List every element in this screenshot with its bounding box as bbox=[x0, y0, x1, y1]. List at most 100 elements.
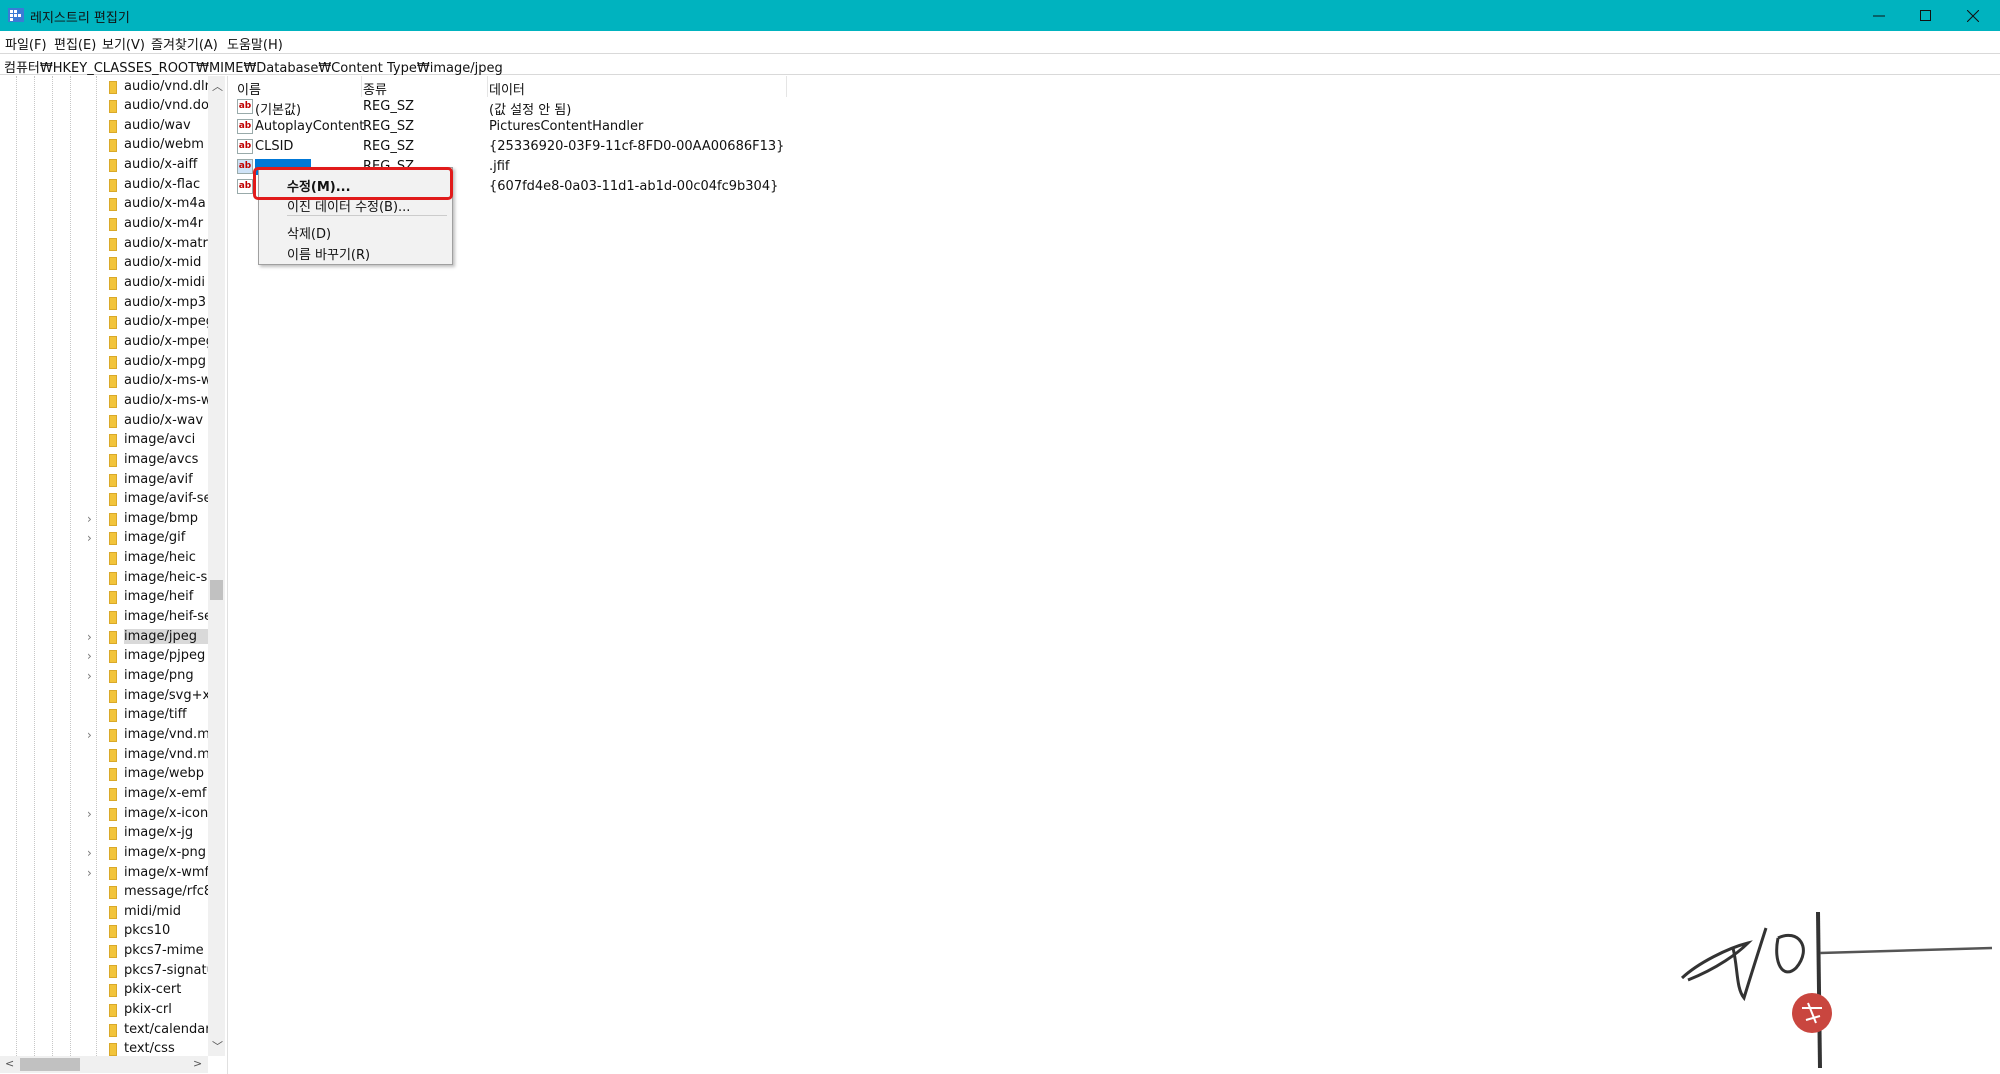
tree-item[interactable]: audio/x-ms-wax bbox=[92, 372, 220, 391]
column-separator[interactable] bbox=[487, 76, 488, 97]
tree-item[interactable]: audio/x-flac bbox=[92, 176, 210, 195]
chevron-right-icon[interactable]: › bbox=[87, 669, 97, 683]
tree-item[interactable]: audio/x-mpg bbox=[92, 353, 210, 372]
tree-item[interactable]: image/heic-sequence bbox=[92, 569, 220, 588]
tree-item[interactable]: audio/x-aiff bbox=[92, 156, 210, 175]
tree-item[interactable]: audio/vnd.dolby bbox=[92, 97, 220, 116]
tree-item[interactable]: audio/x-matroska bbox=[92, 235, 220, 254]
value-row[interactable]: ab AutoplayContentTypeHandler REG_SZ Pic… bbox=[231, 117, 791, 137]
scroll-up-icon[interactable]: ︿ bbox=[212, 78, 223, 94]
tree-item[interactable]: midi/mid bbox=[92, 903, 210, 922]
folder-icon bbox=[109, 984, 117, 998]
tree-item[interactable]: image/svg+xml bbox=[92, 687, 220, 706]
tree-item[interactable]: audio/x-mid bbox=[92, 254, 210, 273]
tree-item[interactable]: pkcs7-mime bbox=[92, 942, 210, 961]
address-bar[interactable]: 컴퓨터₩HKEY_CLASSES_ROOT₩MIME₩Database₩Cont… bbox=[0, 53, 2000, 76]
column-data[interactable]: 데이터 bbox=[489, 79, 525, 98]
tree-item[interactable]: › image/x-wmf bbox=[87, 864, 210, 883]
tree-item[interactable]: › image/vnd.ms-dds bbox=[87, 726, 220, 745]
tree-item[interactable]: audio/x-wav bbox=[92, 412, 210, 431]
folder-icon bbox=[109, 866, 117, 880]
tree-item[interactable]: pkcs7-signature bbox=[92, 962, 220, 981]
chevron-right-icon[interactable]: › bbox=[87, 531, 97, 545]
tree-item[interactable]: image/x-emf bbox=[92, 785, 210, 804]
chevron-right-icon[interactable]: › bbox=[87, 807, 97, 821]
tree-item[interactable]: image/heic bbox=[92, 549, 210, 568]
string-value-icon: ab bbox=[237, 139, 253, 154]
chevron-right-icon[interactable]: › bbox=[87, 728, 97, 742]
tree-item[interactable]: text/calendar bbox=[92, 1021, 211, 1040]
menu-view[interactable]: 보기(V) bbox=[102, 34, 145, 53]
tree-item-label: message/rfc822 bbox=[124, 884, 220, 900]
value-type: REG_SZ bbox=[363, 99, 414, 114]
tree-item[interactable]: image/heif bbox=[92, 588, 210, 607]
column-name[interactable]: 이름 bbox=[237, 79, 261, 98]
value-row[interactable]: ab CLSID REG_SZ {25336920-03F9-11cf-8FD0… bbox=[231, 137, 791, 157]
value-name: CLSID bbox=[255, 139, 294, 154]
tree-vertical-scrollbar[interactable]: ︿ ﹀ bbox=[208, 76, 225, 1056]
tree-item[interactable]: image/tiff bbox=[92, 706, 210, 725]
tree-item[interactable]: › image/x-icon bbox=[87, 805, 210, 824]
tree-item[interactable]: › image/bmp bbox=[87, 510, 210, 529]
chevron-right-icon[interactable]: › bbox=[87, 630, 97, 644]
menu-help[interactable]: 도움말(H) bbox=[227, 34, 283, 53]
column-separator[interactable] bbox=[786, 76, 787, 97]
context-menu-delete[interactable]: 삭제(D) bbox=[287, 223, 331, 242]
tree-item[interactable]: image/avif bbox=[92, 471, 210, 490]
tree-item[interactable]: audio/wav bbox=[92, 117, 210, 136]
scroll-right-icon[interactable]: > bbox=[193, 1057, 202, 1070]
tree-item[interactable]: pkcs10 bbox=[92, 922, 210, 941]
tree-item[interactable]: audio/webm bbox=[92, 136, 210, 155]
registry-tree[interactable]: audio/vnd.dlna audio/vnd.dolby audio/wav au… bbox=[0, 76, 228, 1074]
scroll-thumb[interactable] bbox=[210, 580, 223, 600]
value-row[interactable]: ab (기본값) REG_SZ (값 설정 안 됨) bbox=[231, 97, 791, 118]
scroll-left-icon[interactable]: < bbox=[5, 1057, 14, 1070]
tree-item[interactable]: audio/x-midi bbox=[92, 274, 210, 293]
tree-item-label: audio/x-mpeg bbox=[124, 314, 214, 330]
scroll-thumb-horizontal[interactable] bbox=[20, 1058, 80, 1071]
tree-item[interactable]: › image/pjpeg bbox=[87, 647, 210, 666]
tree-item[interactable]: › image/gif bbox=[87, 529, 210, 548]
address-path[interactable]: 컴퓨터₩HKEY_CLASSES_ROOT₩MIME₩Database₩Cont… bbox=[4, 57, 503, 76]
tree-item[interactable]: image/heif-sequence bbox=[92, 608, 220, 627]
tree-item[interactable]: audio/x-ms-wma bbox=[92, 392, 220, 411]
chevron-right-icon[interactable]: › bbox=[87, 649, 97, 663]
chevron-right-icon[interactable]: › bbox=[87, 866, 97, 880]
column-type[interactable]: 종류 bbox=[363, 79, 387, 98]
tree-item[interactable]: pkix-crl bbox=[92, 1001, 210, 1020]
folder-icon bbox=[109, 827, 117, 841]
menu-edit[interactable]: 편집(E) bbox=[54, 34, 96, 53]
tree-item[interactable]: image/avif-sequence bbox=[92, 490, 220, 509]
tree-item[interactable]: › image/png bbox=[87, 667, 210, 686]
tree-item[interactable]: pkix-cert bbox=[92, 981, 210, 1000]
chevron-right-icon[interactable]: › bbox=[87, 846, 97, 860]
tree-item[interactable]: audio/x-m4a bbox=[92, 195, 210, 214]
tree-item-label: image/heif bbox=[124, 589, 194, 605]
tree-item[interactable]: audio/x-mp3 bbox=[92, 294, 210, 313]
minimize-button[interactable] bbox=[1856, 0, 1902, 31]
scroll-down-icon[interactable]: ﹀ bbox=[212, 1038, 223, 1054]
tree-horizontal-scrollbar[interactable]: < > bbox=[0, 1056, 208, 1073]
column-separator[interactable] bbox=[361, 76, 362, 97]
tree-item[interactable]: message/rfc822 bbox=[92, 883, 220, 902]
tree-item[interactable]: audio/x-m4r bbox=[92, 215, 210, 234]
column-header: 이름 종류 데이터 bbox=[231, 76, 791, 98]
menu-favorites[interactable]: 즐겨찾기(A) bbox=[151, 34, 218, 53]
tree-item-label: audio/x-matroska bbox=[124, 235, 220, 251]
tree-item[interactable]: image/avci bbox=[92, 431, 210, 450]
tree-item[interactable]: audio/x-mpeg bbox=[92, 313, 214, 332]
menu-file[interactable]: 파일(F) bbox=[5, 34, 47, 53]
context-menu-rename[interactable]: 이름 바꾸기(R) bbox=[287, 244, 370, 263]
chevron-right-icon[interactable]: › bbox=[87, 512, 97, 526]
tree-item[interactable]: audio/x-mpegurl bbox=[92, 333, 220, 352]
tree-item[interactable]: image/x-jg bbox=[92, 824, 210, 843]
tree-item[interactable]: audio/vnd.dlna bbox=[92, 78, 220, 97]
tree-item[interactable]: image/webp bbox=[92, 765, 210, 784]
tree-item[interactable]: › image/jpeg bbox=[87, 628, 220, 647]
maximize-button[interactable] bbox=[1903, 0, 1949, 31]
value-data: {607fd4e8-0a03-11d1-ab1d-00c04fc9b304} bbox=[489, 179, 779, 194]
tree-item[interactable]: image/vnd.ms-photo bbox=[92, 746, 220, 765]
tree-item[interactable]: image/avcs bbox=[92, 451, 210, 470]
close-button[interactable] bbox=[1950, 0, 1996, 31]
tree-item[interactable]: › image/x-png bbox=[87, 844, 210, 863]
